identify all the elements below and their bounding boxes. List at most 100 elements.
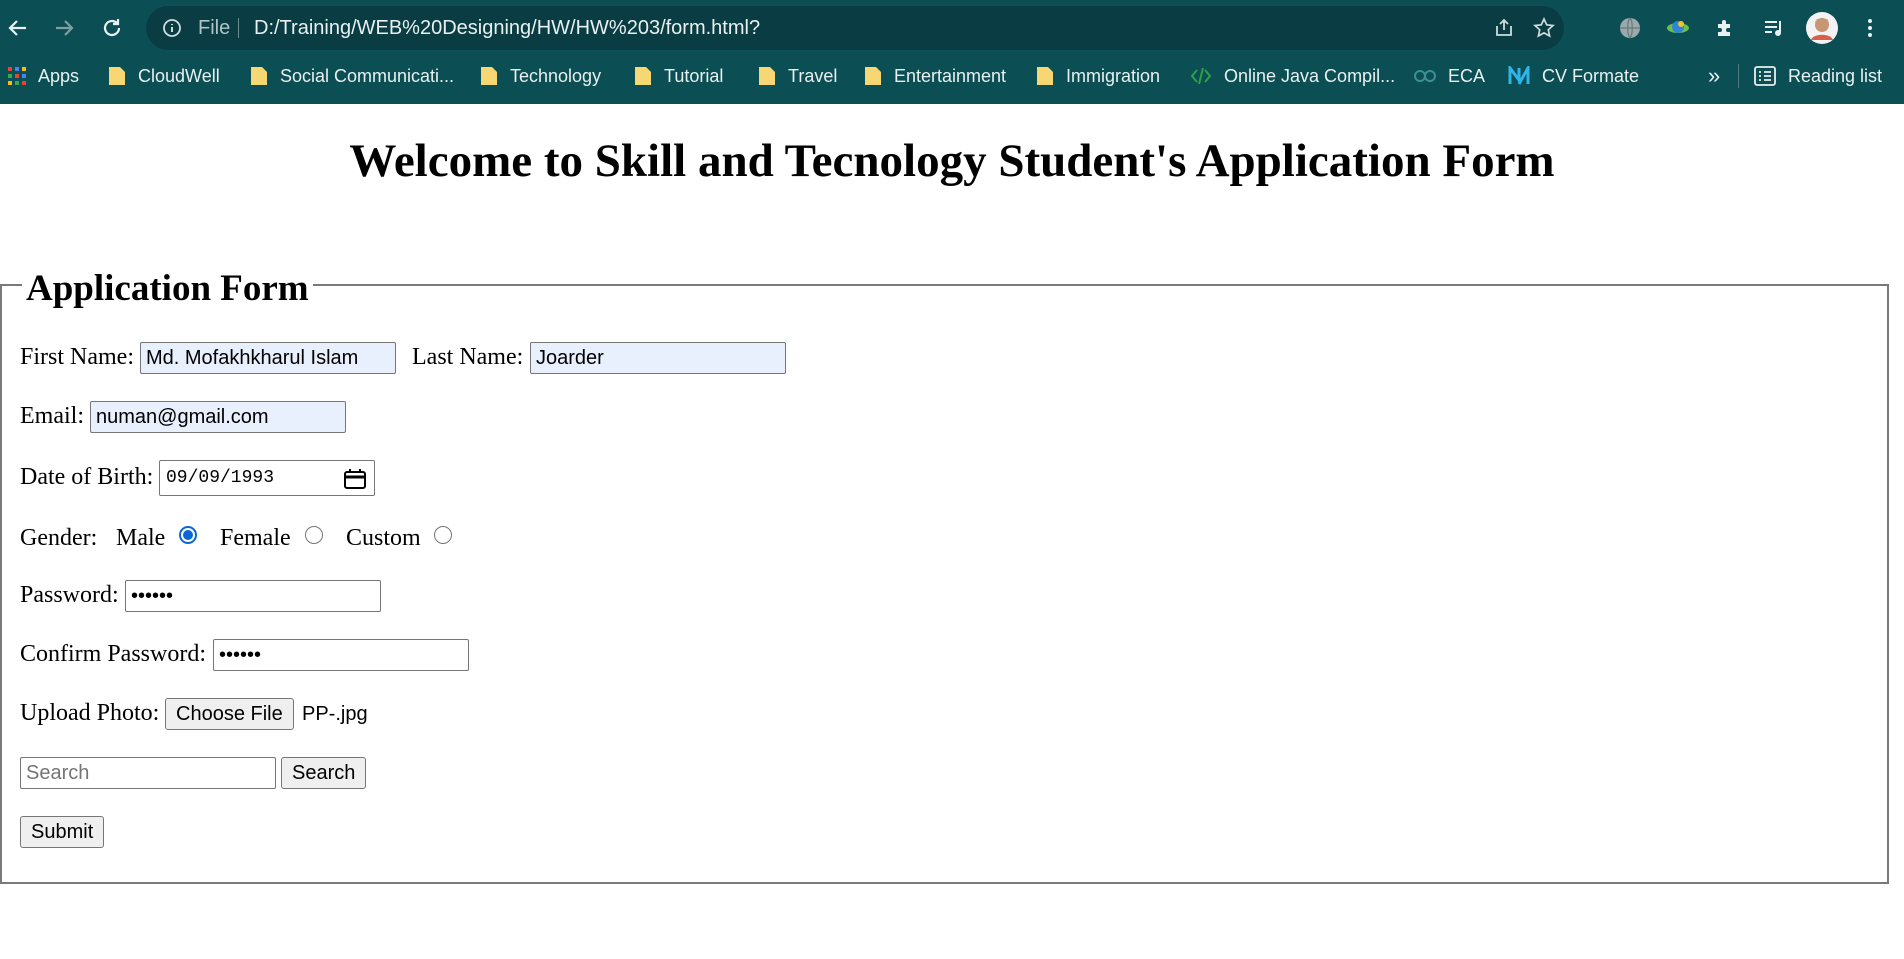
gender-male-radio[interactable]	[179, 526, 197, 544]
bookmarks-divider	[1738, 64, 1739, 88]
password-label: Password:	[20, 582, 119, 608]
folder-icon	[759, 67, 775, 85]
bookmark-label: Technology	[510, 65, 602, 86]
forward-arrow-icon	[56, 20, 74, 36]
bookmark-eca[interactable]: ECA	[1414, 56, 1485, 96]
reading-list-icon	[1754, 66, 1776, 86]
page-content: Welcome to Skill and Tecnology Student's…	[0, 104, 1904, 959]
back-button[interactable]	[0, 10, 36, 46]
application-form: Application Form First Name: Last Name: …	[0, 268, 1889, 884]
calendar-icon[interactable]	[344, 469, 366, 489]
bookmarks-overflow-button[interactable]: »	[1708, 56, 1720, 96]
first-name-field[interactable]	[140, 342, 396, 374]
apps-grid-icon	[8, 67, 26, 85]
bookmark-online-java-compiler[interactable]: Online Java Compil...	[1190, 56, 1395, 96]
gender-option-custom-label: Custom	[346, 525, 421, 551]
bookmarks-bar: Apps CloudWell Social Communicati... Tec…	[0, 56, 1904, 104]
url-scheme-label: File	[198, 17, 231, 39]
folder-icon	[481, 67, 497, 85]
bookmark-cv-formate[interactable]: CV Formate	[1508, 56, 1639, 96]
bookmark-label: Apps	[38, 65, 80, 86]
gender-custom-radio[interactable]	[434, 526, 452, 544]
bookmark-apps[interactable]: Apps	[8, 56, 79, 96]
bookmark-social-communication[interactable]: Social Communicati...	[250, 56, 454, 96]
folder-icon	[635, 67, 651, 85]
gender-option-female-label: Female	[220, 525, 291, 551]
bookmark-immigration[interactable]: Immigration	[1036, 56, 1160, 96]
folder-icon	[109, 67, 125, 85]
page-title: Welcome to Skill and Tecnology Student's…	[349, 135, 1555, 187]
share-button[interactable]	[1486, 10, 1522, 46]
puzzle-icon	[1718, 20, 1730, 36]
browser-chrome: File D:/Training/WEB%20Designing/HW/HW%2…	[0, 0, 1904, 104]
bookmark-label: ECA	[1448, 65, 1486, 86]
n-logo-icon	[1508, 66, 1530, 85]
dob-value: 09/09/1993	[166, 468, 275, 488]
folder-icon	[865, 67, 881, 85]
browser-toolbar: File D:/Training/WEB%20Designing/HW/HW%2…	[0, 0, 1904, 56]
gender-option-male-label: Male	[116, 525, 166, 551]
bookmark-label: Social Communicati...	[280, 65, 455, 86]
dob-label: Date of Birth:	[20, 464, 154, 490]
dob-date-input[interactable]: 09/09/1993	[159, 460, 375, 496]
reading-list-button[interactable]: Reading list	[1754, 56, 1882, 96]
bookmark-label: CloudWell	[138, 65, 220, 86]
bookmark-star-button[interactable]	[1526, 10, 1562, 46]
gender-female-radio[interactable]	[305, 526, 323, 544]
colorful-extension-icon	[1667, 21, 1689, 33]
form-legend: Application Form	[22, 268, 313, 310]
bookmark-technology[interactable]: Technology	[480, 56, 601, 96]
bookmark-label: CV Formate	[1542, 65, 1640, 86]
search-input[interactable]	[20, 757, 276, 789]
address-bar[interactable]: File D:/Training/WEB%20Designing/HW/HW%2…	[146, 6, 1564, 50]
last-name-field[interactable]	[530, 342, 786, 374]
url-separator	[238, 18, 239, 38]
extension-planet-button[interactable]	[1660, 10, 1696, 46]
email-label: Email:	[20, 403, 84, 429]
confirm-password-label: Confirm Password:	[20, 641, 206, 667]
password-field[interactable]	[125, 580, 381, 612]
profile-button[interactable]	[1804, 10, 1840, 46]
globe-icon	[1620, 17, 1640, 39]
confirm-password-field[interactable]	[213, 639, 469, 671]
folder-icon	[1037, 67, 1053, 85]
url-text[interactable]: D:/Training/WEB%20Designing/HW/HW%203/fo…	[254, 6, 760, 50]
forward-button[interactable]	[46, 10, 82, 46]
bookmark-label: Entertainment	[894, 65, 1007, 86]
info-icon[interactable]	[162, 18, 182, 38]
submit-button[interactable]: Submit	[20, 816, 105, 848]
avatar	[1806, 12, 1838, 44]
email-field[interactable]	[90, 401, 346, 433]
bookmark-label: Tutorial	[664, 65, 724, 86]
reading-list-label: Reading list	[1788, 65, 1883, 86]
overflow-chevron-icon: »	[1708, 63, 1721, 88]
bookmark-label: Travel	[788, 65, 838, 86]
bookmark-label: Immigration	[1066, 65, 1161, 86]
more-vertical-icon	[1868, 19, 1872, 37]
playlist-music-icon	[1765, 21, 1781, 36]
gender-label: Gender:	[20, 525, 98, 551]
folder-icon	[251, 67, 267, 85]
bookmark-tutorial[interactable]: Tutorial	[634, 56, 723, 96]
first-name-label: First Name:	[20, 344, 134, 370]
selected-file-name: PP-.jpg	[302, 703, 368, 725]
link-icon	[1414, 70, 1436, 82]
back-arrow-icon	[8, 20, 26, 36]
media-control-button[interactable]	[1756, 10, 1792, 46]
bookmark-travel[interactable]: Travel	[758, 56, 837, 96]
browser-menu-button[interactable]	[1852, 10, 1888, 46]
bookmark-label: Online Java Compil...	[1224, 65, 1396, 86]
search-button[interactable]: Search	[281, 757, 367, 789]
reload-icon	[103, 19, 121, 37]
star-icon	[1533, 17, 1555, 38]
share-icon	[1496, 18, 1512, 36]
bookmark-entertainment[interactable]: Entertainment	[864, 56, 1006, 96]
code-icon	[1190, 67, 1212, 85]
bookmark-cloudwell[interactable]: CloudWell	[108, 56, 220, 96]
extension-globe-button[interactable]	[1612, 10, 1648, 46]
reload-button[interactable]	[94, 10, 130, 46]
last-name-label: Last Name:	[412, 344, 524, 370]
upload-photo-label: Upload Photo:	[20, 700, 160, 726]
extensions-button[interactable]	[1708, 10, 1744, 46]
choose-file-button[interactable]: Choose File	[165, 698, 294, 730]
